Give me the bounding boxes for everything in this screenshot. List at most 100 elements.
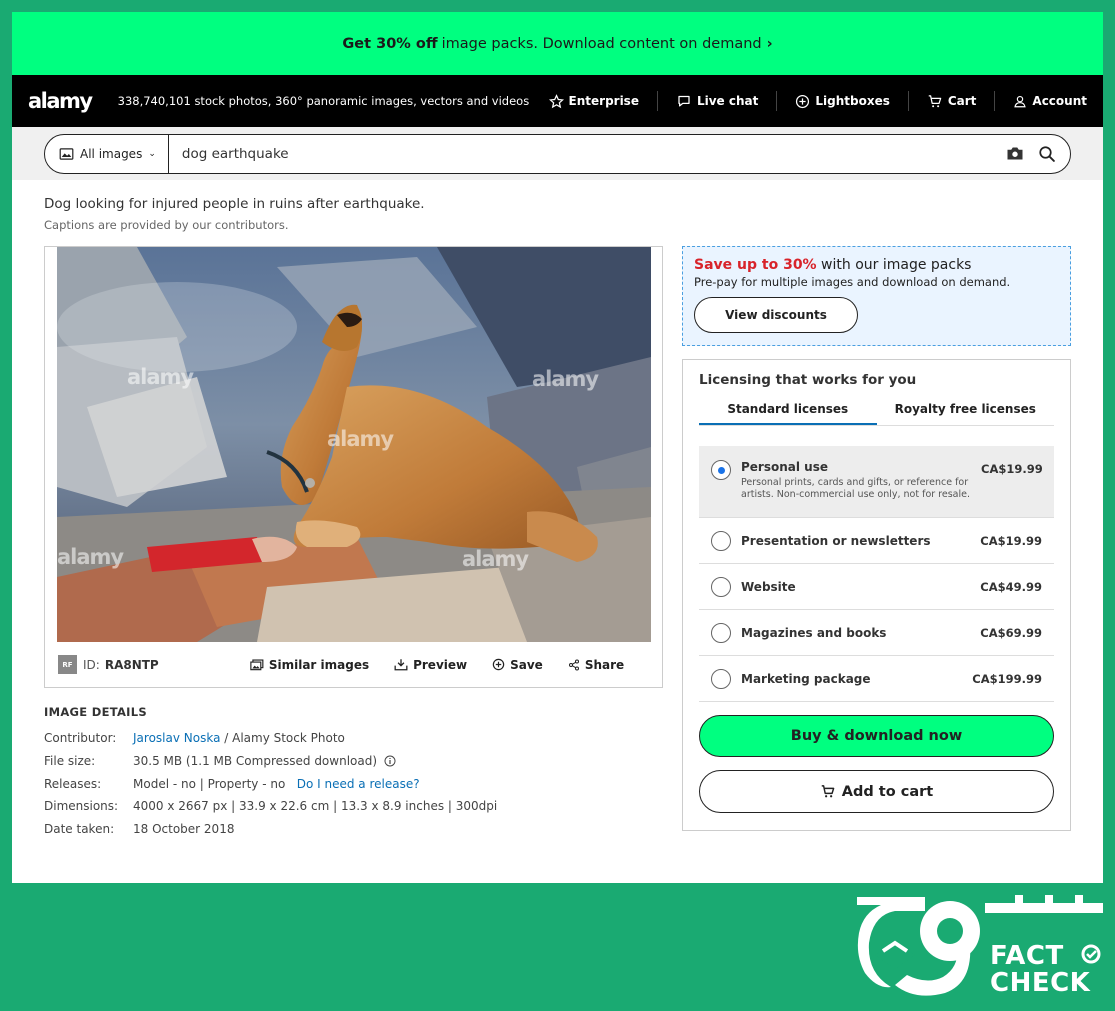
nav-account-label: Account (1032, 94, 1087, 108)
option-label: Marketing package (741, 671, 871, 686)
add-to-cart-label: Add to cart (841, 783, 934, 800)
release-help-link[interactable]: Do I need a release? (297, 777, 420, 791)
id-value: RA8NTP (104, 657, 159, 672)
similar-images-label: Similar images (268, 657, 370, 672)
view-discounts-button[interactable]: View discounts (694, 297, 858, 333)
nav-live-chat[interactable]: Live chat (676, 94, 758, 109)
user-icon (1014, 95, 1027, 107)
detail-row-releases: Releases: Model - no | Property - no Do … (44, 772, 497, 795)
fact-check-line1: FACT (990, 941, 1064, 971)
fact-check-text: FACT CHECK (990, 943, 1090, 997)
nav-account[interactable]: Account (1013, 94, 1087, 109)
share-icon (568, 659, 579, 670)
watermark: alamy (532, 367, 599, 391)
nav-live-chat-label: Live chat (696, 94, 759, 108)
option-label: Website (741, 579, 796, 594)
license-option-website[interactable]: Website CA$49.99 (699, 564, 1054, 610)
contributor-link[interactable]: Jaroslav Noska (133, 731, 220, 745)
category-dropdown[interactable]: All images ⌄ (45, 134, 169, 173)
share-button[interactable]: Share (568, 658, 624, 672)
download-icon (394, 659, 408, 671)
add-to-cart-button[interactable]: Add to cart (699, 770, 1054, 813)
gallery-icon (250, 658, 264, 670)
chat-bubble-icon (678, 95, 690, 106)
promo-bold: Get 30% off (342, 35, 438, 52)
license-option-presentation[interactable]: Presentation or newsletters CA$19.99 (699, 518, 1054, 564)
id-label: ID: (83, 657, 100, 672)
promo-text: image packs. Download content on demand (441, 35, 762, 52)
option-price: CA$49.99 (980, 579, 1042, 594)
tagline: 338,740,101 stock photos, 360° panoramic… (117, 94, 530, 108)
detail-row-date: Date taken: 18 October 2018 (44, 818, 497, 841)
radio-unselected[interactable] (711, 622, 731, 643)
discount-box: Save up to 30% with our image packs Pre-… (682, 246, 1071, 346)
discount-title-rest: with our image packs (821, 257, 972, 273)
search-icon (1039, 145, 1055, 162)
promo-banner[interactable]: Get 30% off image packs. Download conten… (12, 12, 1103, 75)
license-options: Personal use Personal prints, cards and … (699, 446, 1054, 702)
tab-royalty-free-licenses[interactable]: Royalty free licenses (877, 394, 1055, 425)
nav-lightboxes[interactable]: Lightboxes (795, 94, 890, 109)
search-bar: All images ⌄ (44, 133, 1071, 174)
royalty-free-badge: RF (58, 655, 77, 674)
info-icon[interactable] (384, 755, 396, 767)
plus-circle-icon (796, 94, 810, 108)
option-price: CA$19.99 (981, 462, 1043, 476)
contributor-agency: / Alamy Stock Photo (224, 731, 345, 746)
radio-unselected[interactable] (711, 530, 731, 551)
similar-images-button[interactable]: Similar images (250, 658, 369, 672)
page-frame: Get 30% off image packs. Download conten… (12, 12, 1103, 883)
detail-row-contributor: Contributor: Jaroslav Noska / Alamy Stoc… (44, 727, 497, 750)
detail-label: Releases: (44, 776, 102, 791)
cart-icon (928, 94, 942, 107)
nav-lightboxes-label: Lightboxes (815, 94, 890, 108)
nav-divider (776, 91, 778, 111)
license-tabs: Standard licenses Royalty free licenses (699, 394, 1054, 426)
watermark: alamy (57, 545, 124, 569)
license-option-marketing[interactable]: Marketing package CA$199.99 (699, 656, 1054, 702)
radio-selected[interactable] (711, 460, 731, 480)
main-photo[interactable]: alamy alamy alamy alamy alamy (57, 247, 651, 642)
option-price: CA$69.99 (980, 625, 1042, 640)
nav-cart[interactable]: Cart (927, 94, 977, 109)
detail-value: Jaroslav Noska / Alamy Stock Photo (133, 731, 345, 745)
tab-standard-licenses[interactable]: Standard licenses (699, 394, 877, 425)
detail-label: File size: (44, 754, 96, 769)
nav-divider (656, 91, 658, 111)
preview-button[interactable]: Preview (394, 658, 467, 672)
license-option-magazines[interactable]: Magazines and books CA$69.99 (699, 610, 1054, 656)
preview-label: Preview (413, 657, 468, 672)
radio-unselected[interactable] (711, 668, 731, 689)
search-button[interactable] (1038, 145, 1056, 163)
alamy-logo[interactable]: alamy (28, 89, 93, 113)
camera-search-button[interactable] (1006, 146, 1024, 161)
watermark: alamy (327, 427, 394, 451)
licensing-panel: Licensing that works for you Standard li… (682, 359, 1071, 831)
cart-icon (821, 785, 835, 798)
watermark: alamy (127, 365, 194, 389)
nav-enterprise[interactable]: Enterprise (548, 93, 639, 109)
detail-row-filesize: File size: 30.5 MB (1.1 MB Compressed do… (44, 750, 497, 773)
category-label: All images (80, 146, 143, 161)
buy-download-button[interactable]: Buy & download now (699, 715, 1054, 757)
search-area: All images ⌄ (12, 127, 1103, 180)
search-input[interactable] (168, 145, 1006, 162)
plus-circle-icon (492, 658, 505, 671)
detail-value: Model - no | Property - no Do I need a r… (133, 777, 420, 791)
radio-unselected[interactable] (711, 576, 731, 597)
option-price: CA$19.99 (980, 533, 1042, 548)
detail-label: Contributor: (44, 731, 117, 746)
image-action-bar: RF ID: RA8NTP Similar images Preview Sav… (45, 642, 662, 687)
discount-title: Save up to 30% with our image packs (694, 257, 1059, 273)
chevron-right-icon: › (766, 35, 773, 52)
nav-divider (994, 91, 996, 111)
save-button[interactable]: Save (492, 658, 543, 672)
fact-check-line2: CHECK (990, 968, 1091, 998)
detail-value: 30.5 MB (1.1 MB Compressed download) (133, 754, 396, 768)
nav-enterprise-label: Enterprise (568, 94, 639, 108)
nav-cart-label: Cart (947, 94, 977, 108)
chevron-down-icon: ⌄ (148, 148, 156, 159)
option-label: Presentation or newsletters (741, 533, 931, 548)
date-value: 18 October 2018 (133, 822, 235, 837)
license-option-personal-use[interactable]: Personal use Personal prints, cards and … (699, 446, 1054, 518)
